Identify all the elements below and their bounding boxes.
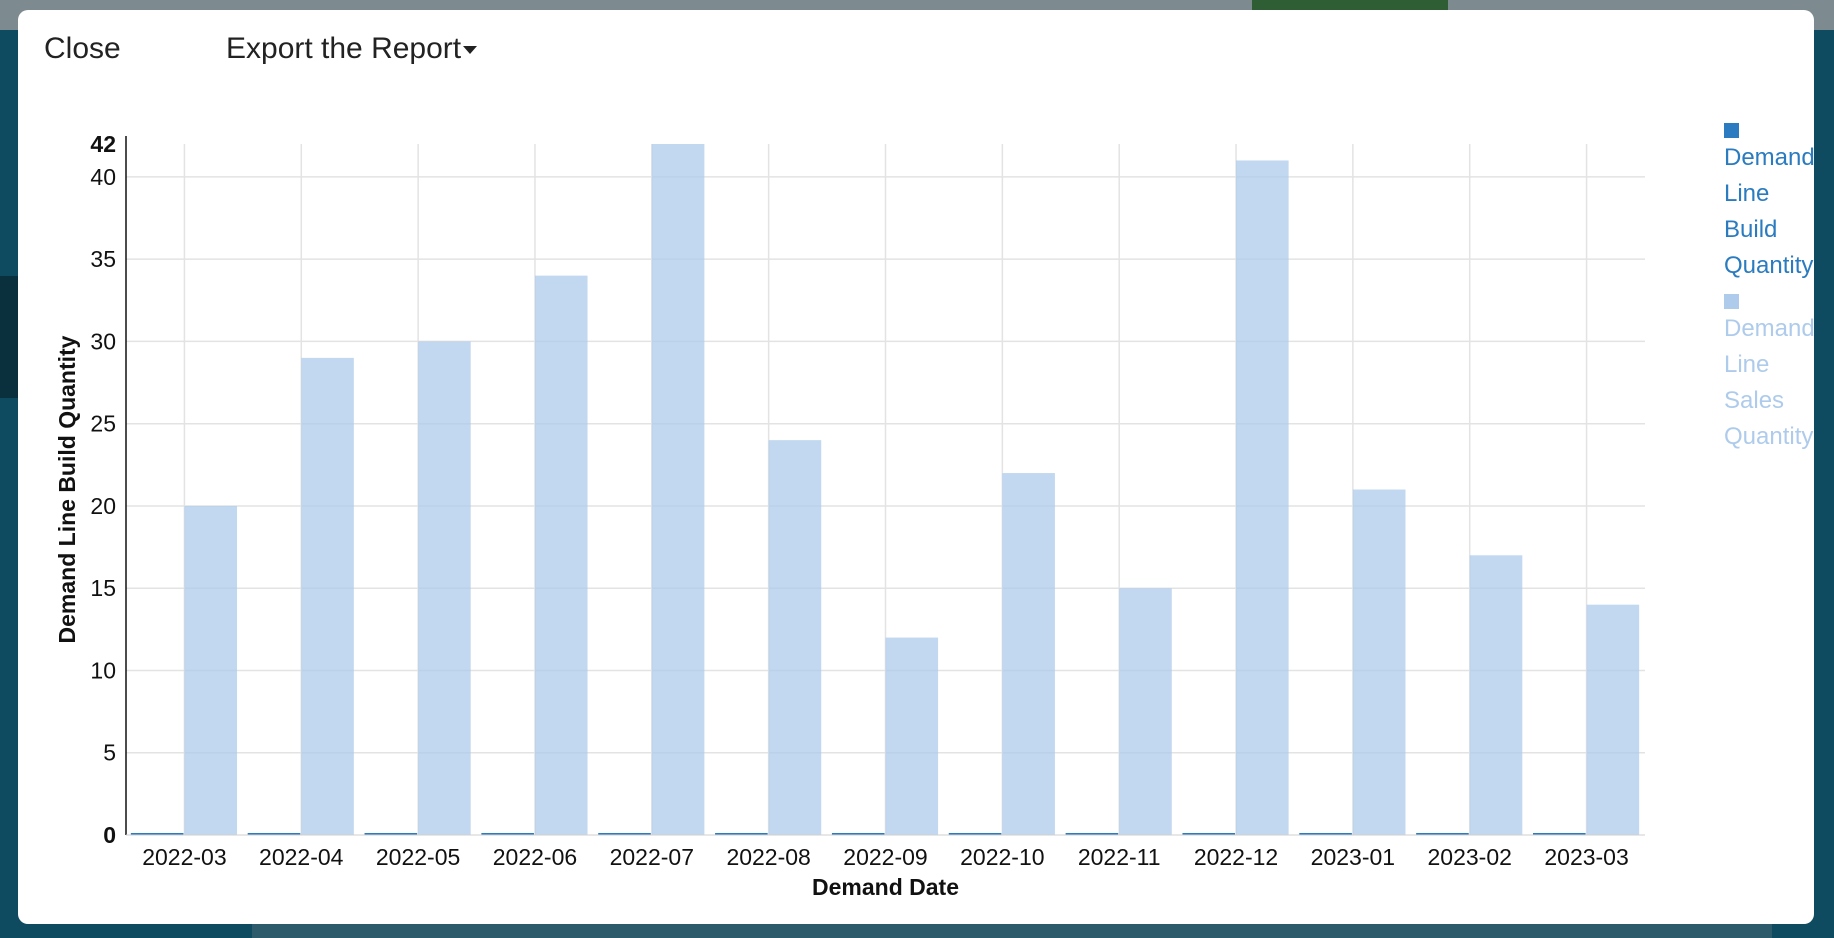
x-axis-title: Demand Date — [812, 874, 959, 900]
legend-label-word: Build — [1724, 216, 1778, 243]
y-tick-label: 40 — [90, 164, 116, 190]
x-tick-label: 2022-07 — [610, 844, 694, 870]
y-tick-label: 25 — [90, 411, 116, 437]
background-right-edge — [1814, 30, 1834, 938]
x-tick-label: 2023-02 — [1428, 844, 1512, 870]
x-axis-ticks: 2022-03 2022-04 2022-05 2022-06 2022-07 2022-… — [142, 844, 1629, 870]
bar-sales-quantity — [651, 144, 705, 835]
x-tick-label: 2022-06 — [493, 844, 577, 870]
x-tick-label: 2022-12 — [1194, 844, 1278, 870]
y-tick-label-min: 0 — [103, 822, 116, 848]
y-tick-label: 5 — [103, 740, 116, 766]
report-modal: Close Export the Report 5 10 15 20 25 30 35 40 0… — [18, 10, 1814, 924]
legend-label-word: Sales — [1724, 387, 1785, 414]
legend-item-build-quantity[interactable]: Demand Line Build Quantity — [1724, 123, 1814, 284]
x-tick-label: 2022-10 — [960, 844, 1044, 870]
bar-chart: 5 10 15 20 25 30 35 40 0 42 2022-03 2022-04 2022-05… — [54, 131, 1645, 900]
legend-label-word: Demand — [1724, 315, 1814, 342]
bar-sales-quantity — [885, 637, 939, 835]
y-tick-label: 15 — [90, 575, 116, 601]
x-tick-label: 2022-11 — [1078, 844, 1161, 870]
bar-sales-quantity — [1236, 160, 1289, 835]
y-tick-label-max: 42 — [90, 131, 116, 157]
bar-sales-quantity — [418, 341, 471, 835]
bar-sales-quantity — [768, 440, 822, 835]
x-tick-label: 2022-09 — [843, 844, 927, 870]
bar-sales-quantity — [534, 275, 588, 836]
legend-swatch — [1724, 123, 1739, 138]
legend-label-word: Demand — [1724, 144, 1814, 171]
bar-sales-quantity — [1002, 473, 1055, 835]
x-tick-label: 2023-03 — [1544, 844, 1628, 870]
legend-label-word: Quantity — [1724, 252, 1814, 279]
background-bottom-strip — [0, 922, 1834, 938]
x-tick-label: 2022-05 — [376, 844, 460, 870]
x-tick-label: 2022-03 — [142, 844, 226, 870]
y-tick-label: 10 — [90, 657, 116, 683]
bar-sales-quantity — [1352, 489, 1406, 835]
bar-sales-quantity — [184, 505, 238, 835]
legend-label-word: Line — [1724, 351, 1770, 378]
background-table-strip — [252, 922, 1772, 938]
y-tick-label: 20 — [90, 493, 116, 519]
legend-label-word: Quantity — [1724, 423, 1814, 450]
chart-legend: Demand Line Build Quantity Demand Line Sales Qu… — [1724, 113, 1814, 455]
x-tick-label: 2023-01 — [1311, 844, 1395, 870]
x-tick-label: 2022-08 — [726, 844, 810, 870]
bar-sales-quantity — [1586, 604, 1640, 835]
legend-swatch — [1724, 294, 1739, 309]
y-tick-label: 35 — [90, 246, 116, 272]
legend-label-word: Line — [1724, 180, 1770, 207]
bar-sales-quantity — [1119, 588, 1172, 835]
x-tick-label: 2022-04 — [259, 844, 344, 870]
bar-sales-quantity — [1469, 555, 1523, 835]
y-axis-ticks: 5 10 15 20 25 30 35 40 0 42 — [90, 131, 116, 848]
y-axis-title: Demand Line Build Quantity — [54, 335, 80, 643]
legend-item-sales-quantity[interactable]: Demand Line Sales Quantity — [1724, 294, 1814, 455]
bar-sales-quantity — [301, 357, 354, 835]
y-tick-label: 30 — [90, 328, 116, 354]
